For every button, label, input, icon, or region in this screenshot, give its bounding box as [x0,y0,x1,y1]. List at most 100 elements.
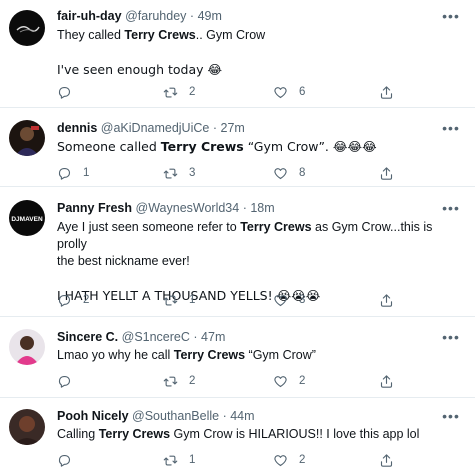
separator-dot: · [193,330,198,344]
tweet-actions: 1 2 [57,452,417,468]
text-segment: “Gym Crow” [245,348,316,362]
reply-button[interactable] [57,452,83,468]
tweet-header: Pooh Nicely @SouthanBelle · 44m [57,409,255,424]
retweet-button[interactable]: 2 [163,373,195,389]
heart-icon [274,167,287,179]
tweet-header: Sincere C. @S1ncereC · 47m [57,330,225,345]
more-icon[interactable]: ••• [441,201,461,215]
display-name[interactable]: Sincere C. [57,330,118,344]
avatar[interactable] [9,10,45,46]
more-icon[interactable]: ••• [441,121,461,135]
avatar[interactable] [9,409,45,445]
like-button[interactable]: 3 [273,292,305,308]
like-count: 2 [299,375,306,387]
timestamp[interactable]: 44m [230,409,254,423]
share-icon [380,293,393,307]
share-button[interactable] [379,165,394,181]
retweet-icon [163,455,178,465]
retweet-icon [163,168,178,178]
reply-count: 1 [83,167,90,179]
display-name[interactable]: fair-uh-day [57,9,122,23]
reply-icon [58,86,71,99]
user-handle[interactable]: @faruhdey [125,9,186,23]
text-line: the best nickname ever! [57,254,190,268]
avatar-image: DJMAVEN [9,200,45,236]
share-button[interactable] [379,84,394,100]
heart-icon [274,294,287,306]
avatar-image [9,120,45,156]
tweet[interactable]: Sincere C. @S1ncereC · 47m ••• Lmao yo w… [0,317,475,398]
timestamp[interactable]: 47m [201,330,225,344]
like-count: 6 [299,86,306,98]
tweet[interactable]: dennis @aKiDnamedjUiCe · 27m ••• Someone… [0,108,475,187]
text-segment: “Gym Crow”. 😂😂😂 [243,139,377,154]
tweet-header: Panny Fresh @WaynesWorld34 · 18m [57,201,275,216]
retweet-button[interactable]: 1 [163,452,195,468]
reply-icon [58,167,71,180]
retweet-count: 2 [189,375,196,387]
text-segment: Aye I just seen someone refer to [57,220,241,234]
tweet-text: They called Terry Crews.. Gym Crow I've … [57,27,465,78]
share-icon [380,374,393,388]
display-name[interactable]: Panny Fresh [57,201,132,215]
reply-button[interactable]: 2 [57,292,89,308]
reply-button[interactable]: 1 [57,165,89,181]
tweet[interactable]: Pooh Nicely @SouthanBelle · 44m ••• Call… [0,398,475,473]
timestamp[interactable]: 49m [198,9,222,23]
user-handle[interactable]: @SouthanBelle [132,409,219,423]
retweet-button[interactable]: 1 [163,292,195,308]
more-icon[interactable]: ••• [441,9,461,23]
text-segment: They called [57,28,125,42]
text-highlight: Terry Crews [173,348,246,362]
heart-icon [274,86,287,98]
retweet-count: 1 [189,294,196,306]
separator-dot: · [242,201,247,215]
heart-icon [274,375,287,387]
retweet-button[interactable]: 2 [163,84,195,100]
text-segment: Gym Crow is HILARIOUS!! I love this app … [170,427,420,441]
like-count: 3 [299,294,306,306]
avatar-image [9,329,45,365]
tweet[interactable]: DJMAVEN Panny Fresh @WaynesWorld34 · 18m… [0,187,475,317]
retweet-button[interactable]: 3 [163,165,195,181]
user-handle[interactable]: @aKiDnamedjUiCe [101,121,210,135]
retweet-icon [163,376,178,386]
more-icon[interactable]: ••• [441,330,461,344]
text-segment: .. Gym Crow [195,28,266,42]
text-segment: Calling [57,427,99,441]
avatar-label: DJMAVEN [11,216,43,223]
user-handle[interactable]: @S1ncereC [122,330,190,344]
reply-count: 2 [83,294,90,306]
reply-button[interactable] [57,373,83,389]
avatar[interactable] [9,329,45,365]
display-name[interactable]: dennis [57,121,97,135]
like-button[interactable]: 2 [273,373,305,389]
reply-button[interactable] [57,84,83,100]
share-button[interactable] [379,292,394,308]
text-segment: Someone called [57,139,161,154]
tweet[interactable]: fair-uh-day @faruhdey · 49m ••• They cal… [0,0,475,108]
share-button[interactable] [379,373,394,389]
like-button[interactable]: 6 [273,84,305,100]
share-button[interactable] [379,452,394,468]
tweet-actions: 1 3 8 [57,165,417,181]
retweet-count: 2 [189,86,196,98]
more-icon[interactable]: ••• [441,409,461,423]
like-button[interactable]: 2 [273,452,305,468]
tweet-actions: 2 1 3 [57,292,417,308]
avatar-image [9,10,45,46]
avatar[interactable]: DJMAVEN [9,200,45,236]
text-segment: Lmao yo why he call [57,348,174,362]
like-button[interactable]: 8 [273,165,305,181]
reply-icon [58,454,71,467]
tweet-actions: 2 6 [57,84,417,100]
retweet-count: 3 [189,167,196,179]
separator-dot: · [189,9,195,23]
avatar[interactable] [9,120,45,156]
timestamp[interactable]: 18m [250,201,274,215]
timestamp[interactable]: 27m [221,121,245,135]
user-handle[interactable]: @WaynesWorld34 [136,201,240,215]
retweet-icon [163,295,178,305]
text-highlight: Terry Crews [160,139,244,154]
display-name[interactable]: Pooh Nicely [57,409,129,423]
